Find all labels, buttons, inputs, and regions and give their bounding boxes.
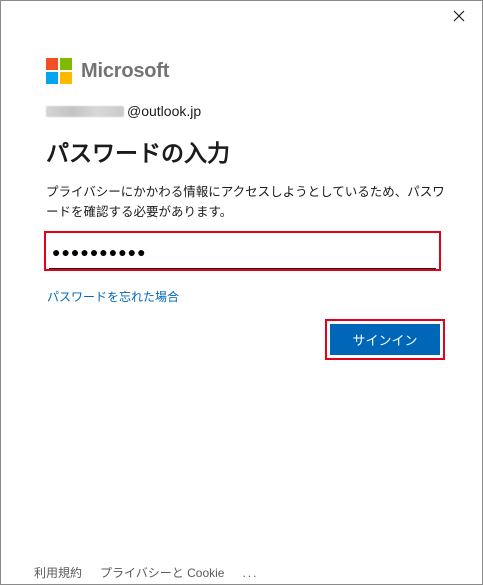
- more-options-icon[interactable]: ...: [242, 566, 258, 580]
- forgot-password-link[interactable]: パスワードを忘れた場合: [47, 288, 179, 305]
- sign-in-highlight-box: サインイン: [325, 319, 445, 360]
- footer: 利用規約 プライバシーと Cookie ...: [34, 564, 276, 581]
- brand-name: Microsoft: [81, 59, 170, 82]
- microsoft-logo-icon: [46, 58, 72, 84]
- account-email-suffix: @outlook.jp: [127, 103, 202, 119]
- microsoft-logo: Microsoft: [46, 58, 169, 84]
- page-description: プライバシーにかかわる情報にアクセスしようとしているため、パスワードを確認する必…: [46, 185, 445, 219]
- page-title: パスワードの入力: [46, 140, 230, 166]
- sign-in-button[interactable]: サインイン: [330, 324, 440, 355]
- password-input[interactable]: ●●●●●●●●●●: [49, 236, 436, 269]
- password-highlight-box: ●●●●●●●●●●: [44, 231, 441, 271]
- privacy-link[interactable]: プライバシーと Cookie: [100, 564, 224, 581]
- close-icon[interactable]: [450, 7, 468, 25]
- terms-link[interactable]: 利用規約: [34, 564, 82, 581]
- sign-in-dialog: Microsoft @outlook.jp パスワードの入力 プライバシーにかか…: [0, 0, 483, 585]
- account-identifier: @outlook.jp: [46, 103, 201, 119]
- redacted-username: [46, 105, 124, 117]
